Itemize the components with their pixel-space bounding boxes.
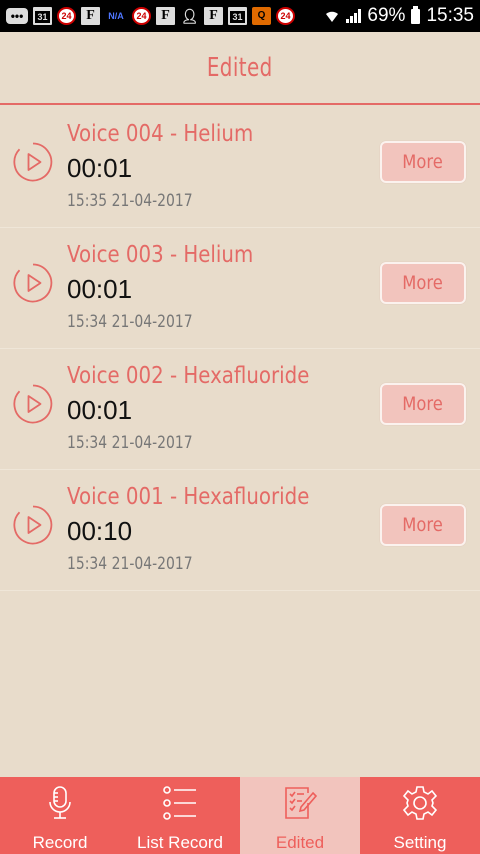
list-item[interactable]: Voice 002 - Hexafluoride 00:01 15:34 21-… <box>0 349 480 470</box>
wifi-icon <box>326 11 339 22</box>
more-button-label: More <box>402 514 444 536</box>
calendar-icon: 31 <box>33 7 52 25</box>
nav-list-record-label: List Record <box>137 833 223 852</box>
recording-date: 15:34 21-04-2017 <box>67 312 193 332</box>
news-24-icon: 24 <box>57 7 76 25</box>
system-status: 69% 15:35 <box>324 5 474 27</box>
recording-date: 15:34 21-04-2017 <box>67 554 193 574</box>
edit-document-icon <box>285 787 318 819</box>
more-button-label: More <box>402 272 444 294</box>
more-button[interactable]: More <box>380 383 466 425</box>
play-icon[interactable] <box>13 263 53 303</box>
recording-date: 15:35 21-04-2017 <box>67 191 193 211</box>
nav-record-label: Record <box>32 833 88 852</box>
play-icon[interactable] <box>13 505 53 545</box>
facebook-icon: F <box>204 7 223 25</box>
calendar-icon: 31 <box>228 7 247 25</box>
recording-list: Voice 004 - Helium 00:01 15:35 21-04-201… <box>0 107 480 591</box>
nav-list-record[interactable]: List Record <box>120 777 240 854</box>
page-title: Edited <box>207 52 273 83</box>
play-icon[interactable] <box>13 142 53 182</box>
nav-edited-label: Edited <box>275 833 325 852</box>
nav-setting-label: Setting <box>393 833 447 852</box>
q-app-icon: Q <box>252 7 271 25</box>
battery-percent: 69% <box>367 5 406 26</box>
recording-title: Voice 004 - Helium <box>67 121 254 147</box>
facebook-icon: F <box>81 7 100 25</box>
recording-title: Voice 001 - Hexafluoride <box>67 484 310 510</box>
facebook-icon: F <box>156 7 175 25</box>
more-button[interactable]: More <box>380 141 466 183</box>
recording-duration: 00:01 <box>67 274 133 304</box>
list-item[interactable]: Voice 001 - Hexafluoride 00:10 15:34 21-… <box>0 470 480 591</box>
nav-setting[interactable]: Setting <box>360 777 480 854</box>
recording-duration: 00:10 <box>67 516 133 546</box>
na-icon: N/A <box>108 10 124 21</box>
recording-title: Voice 002 - Hexafluoride <box>67 363 310 389</box>
news-24-icon: 24 <box>276 7 295 25</box>
recording-duration: 00:01 <box>67 395 133 425</box>
list-icon <box>163 786 196 820</box>
status-bar: ••• 31 24 F N/A 24 F 👤︎ F 31 Q 24 69% 15… <box>0 0 480 32</box>
bottom-navigation: Record List Record Edited Setting <box>0 777 480 854</box>
list-item[interactable]: Voice 003 - Helium 00:01 15:34 21-04-201… <box>0 228 480 349</box>
nav-record[interactable]: Record <box>0 777 120 854</box>
header: Edited <box>0 32 480 105</box>
more-button-label: More <box>402 151 444 173</box>
play-icon[interactable] <box>13 384 53 424</box>
notification-icons: ••• 31 24 F N/A 24 F 👤︎ F 31 Q 24 <box>6 7 295 25</box>
clock: 15:35 <box>426 5 474 26</box>
gear-icon <box>402 786 438 820</box>
recording-title: Voice 003 - Helium <box>67 242 254 268</box>
list-item[interactable]: Voice 004 - Helium 00:01 15:35 21-04-201… <box>0 107 480 228</box>
microphone-icon <box>49 786 71 819</box>
more-button[interactable]: More <box>380 262 466 304</box>
recording-duration: 00:01 <box>67 153 133 183</box>
nav-edited[interactable]: Edited <box>240 777 360 854</box>
battery-icon <box>411 5 421 24</box>
news-24-icon: 24 <box>132 7 151 25</box>
more-button[interactable]: More <box>380 504 466 546</box>
person-icon: 👤︎ <box>180 8 199 24</box>
more-button-label: More <box>402 393 444 415</box>
recording-date: 15:34 21-04-2017 <box>67 433 193 453</box>
signal-icon <box>346 9 362 23</box>
chat-icon: ••• <box>6 8 28 24</box>
